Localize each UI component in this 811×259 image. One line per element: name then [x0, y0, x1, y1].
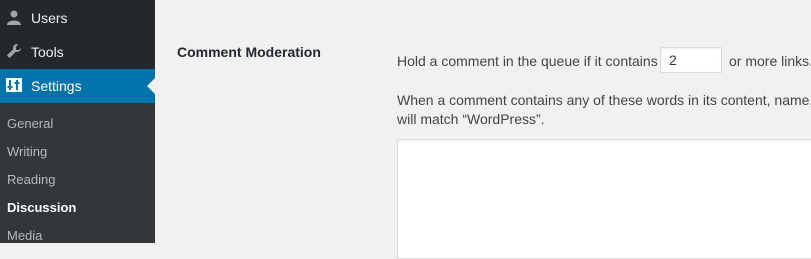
moderation-keys-textarea[interactable] [397, 139, 811, 259]
submenu-item-reading[interactable]: Reading [7, 172, 55, 187]
menu-item-settings[interactable]: Settings [0, 69, 155, 103]
comment-max-links-input[interactable] [660, 47, 722, 73]
settings-submenu: General Writing Reading Discussion Media [0, 103, 155, 243]
settings-icon [6, 77, 22, 93]
menu-item-tools[interactable]: Tools [0, 35, 155, 69]
admin-sidebar: Users Tools Settings General Writing Rea… [0, 0, 155, 243]
menu-label: Settings [31, 78, 82, 94]
submenu-item-general[interactable]: General [7, 116, 53, 131]
moderation-words-description-line2: will match “WordPress”. [397, 111, 545, 127]
wrench-icon [6, 43, 22, 59]
submenu-item-discussion[interactable]: Discussion [7, 200, 76, 215]
submenu-item-media[interactable]: Media [7, 228, 42, 243]
submenu-item-writing[interactable]: Writing [7, 144, 47, 159]
queue-text-after: or more links. [729, 53, 811, 69]
menu-item-users[interactable]: Users [0, 1, 155, 35]
queue-text-before: Hold a comment in the queue if it contai… [397, 53, 658, 69]
menu-label: Users [31, 10, 68, 26]
users-icon [6, 9, 22, 25]
menu-label: Tools [31, 44, 64, 60]
settings-content: Comment Moderation Hold a comment in the… [155, 0, 811, 259]
moderation-words-description-line1: When a comment contains any of these wor… [397, 92, 811, 108]
comment-moderation-label: Comment Moderation [177, 44, 321, 60]
